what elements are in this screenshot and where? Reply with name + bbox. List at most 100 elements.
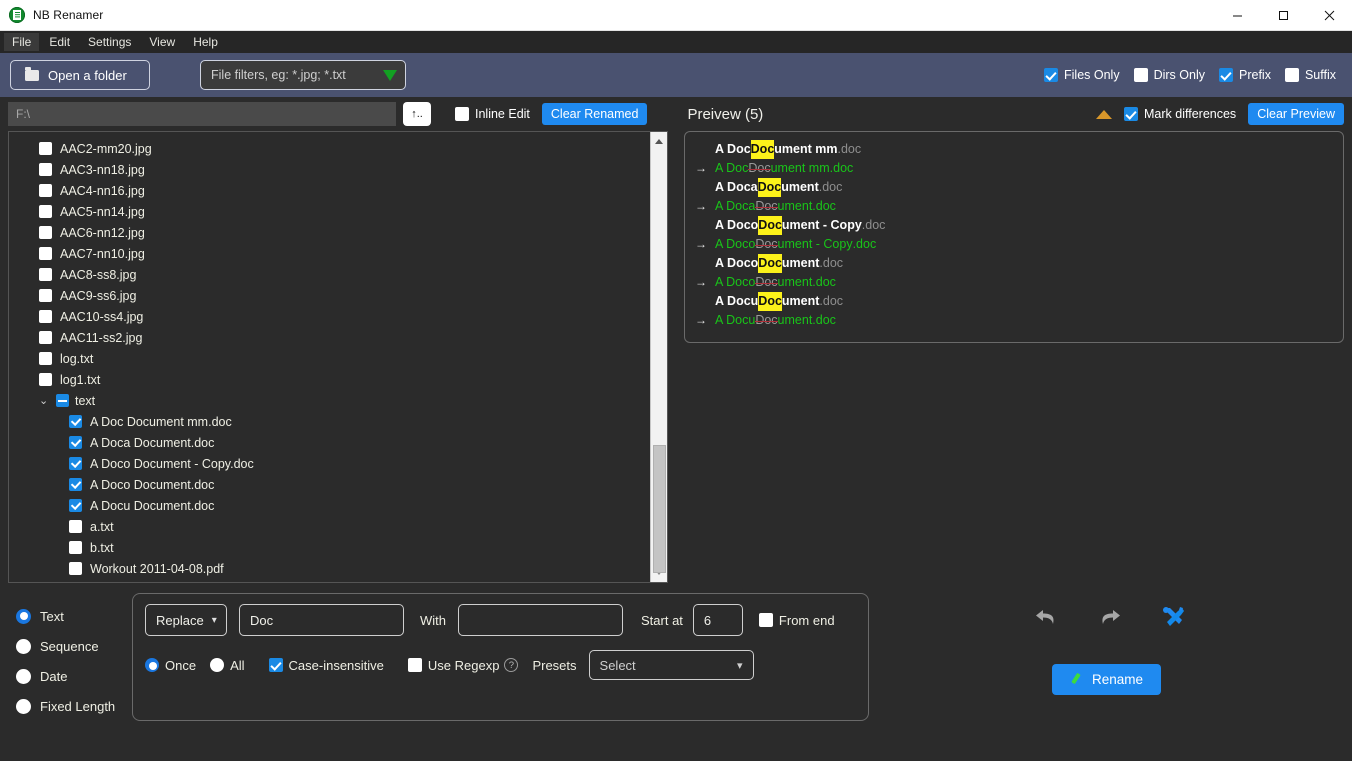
checkbox-box[interactable] bbox=[268, 658, 283, 672]
tree-file-row[interactable]: log.txt bbox=[9, 348, 650, 369]
presets-select[interactable]: Select ▾ bbox=[588, 650, 754, 680]
menu-item-file[interactable]: File bbox=[4, 33, 40, 51]
file-tree-list[interactable]: AAC2-mm20.jpg AAC3-nn18.jpg AAC4-nn16.jpg A… bbox=[9, 132, 650, 582]
file-filter-field[interactable] bbox=[200, 60, 406, 90]
tools-icon[interactable] bbox=[1161, 605, 1187, 634]
suffix-checkbox[interactable]: Suffix bbox=[1284, 68, 1336, 82]
tree-item-checkbox[interactable] bbox=[69, 520, 82, 533]
tree-item-checkbox[interactable] bbox=[39, 289, 52, 302]
radio-dot[interactable] bbox=[16, 698, 31, 714]
preview-source-row[interactable]: A Doco Doc ument .doc bbox=[695, 254, 1333, 273]
case-insensitive-checkbox[interactable]: Case-insensitive bbox=[268, 658, 384, 673]
open-folder-button[interactable]: Open a folder bbox=[10, 60, 150, 90]
checkbox-box[interactable] bbox=[758, 613, 773, 627]
tree-file-row[interactable]: AAC10-ss4.jpg bbox=[9, 306, 650, 327]
tree-item-checkbox[interactable] bbox=[39, 352, 52, 365]
chevron-down-icon[interactable]: ⌄ bbox=[39, 394, 50, 407]
preview-result-row[interactable]: → A Doco Doc ument .doc bbox=[695, 273, 1333, 292]
radio-dot[interactable] bbox=[16, 668, 31, 684]
maximize-icon[interactable] bbox=[1260, 0, 1306, 31]
use-regexp-checkbox[interactable]: Use Regexp bbox=[407, 658, 499, 673]
redo-arrow-icon[interactable] bbox=[1097, 606, 1123, 633]
preview-result-row[interactable]: → A Docu Doc ument .doc bbox=[695, 311, 1333, 330]
tree-file-row[interactable]: AAC8-ss8.jpg bbox=[9, 264, 650, 285]
start-at-input[interactable] bbox=[692, 604, 743, 636]
tree-item-checkbox[interactable] bbox=[39, 268, 52, 281]
mode-date-radio[interactable]: Date bbox=[16, 661, 132, 691]
scroll-up-icon[interactable] bbox=[652, 134, 667, 149]
file-tree-scrollbar[interactable] bbox=[650, 132, 667, 582]
menu-item-edit[interactable]: Edit bbox=[41, 33, 78, 51]
checkbox-box[interactable] bbox=[1133, 68, 1148, 82]
preview-source-row[interactable]: A Doca Doc ument .doc bbox=[695, 178, 1333, 197]
preview-source-row[interactable]: A Doco Doc ument - Copy .doc bbox=[695, 216, 1333, 235]
tree-file-row[interactable]: Workout 2011-04-08.pdf bbox=[9, 558, 650, 579]
tree-item-checkbox[interactable] bbox=[39, 247, 52, 260]
funnel-icon[interactable] bbox=[383, 69, 397, 81]
tree-item-checkbox[interactable] bbox=[39, 142, 52, 155]
tree-folder-row[interactable]: ⌄ text bbox=[9, 390, 650, 411]
tree-item-checkbox[interactable] bbox=[69, 457, 82, 470]
file-filter-input[interactable] bbox=[211, 68, 383, 82]
tree-item-checkbox[interactable] bbox=[56, 394, 69, 407]
mode-text-radio[interactable]: Text bbox=[16, 601, 132, 631]
mode-fixed-length-radio[interactable]: Fixed Length bbox=[16, 691, 132, 721]
go-up-button[interactable]: ↑.. bbox=[403, 102, 431, 126]
tree-file-row[interactable]: b.txt bbox=[9, 537, 650, 558]
find-input[interactable] bbox=[239, 604, 404, 636]
checkbox-box[interactable] bbox=[455, 107, 469, 121]
preview-source-row[interactable]: A Docu Doc ument .doc bbox=[695, 292, 1333, 311]
tree-file-row[interactable]: AAC11-ss2.jpg bbox=[9, 327, 650, 348]
menu-item-help[interactable]: Help bbox=[185, 33, 226, 51]
tree-item-checkbox[interactable] bbox=[39, 205, 52, 218]
tree-file-row[interactable]: AAC5-nn14.jpg bbox=[9, 201, 650, 222]
tree-file-row[interactable]: AAC7-nn10.jpg bbox=[9, 243, 650, 264]
tree-file-row[interactable]: log1.txt bbox=[9, 369, 650, 390]
tree-item-checkbox[interactable] bbox=[39, 373, 52, 386]
checkbox-box[interactable] bbox=[407, 658, 422, 672]
preview-list[interactable]: A Doc Doc ument mm .doc → A Doc Doc ument mm.… bbox=[684, 131, 1344, 343]
tree-item-checkbox[interactable] bbox=[69, 415, 82, 428]
radio-dot[interactable] bbox=[16, 608, 31, 624]
radio-dot[interactable] bbox=[145, 658, 159, 672]
tree-item-checkbox[interactable] bbox=[39, 226, 52, 239]
preview-result-row[interactable]: → A Doco Doc ument - Copy .doc bbox=[695, 235, 1333, 254]
undo-arrow-icon[interactable] bbox=[1033, 606, 1059, 633]
tree-item-checkbox[interactable] bbox=[69, 499, 82, 512]
radio-dot[interactable] bbox=[210, 658, 225, 672]
from-end-checkbox[interactable]: From end bbox=[758, 613, 835, 628]
question-mark-icon[interactable]: ? bbox=[504, 658, 519, 672]
menu-item-settings[interactable]: Settings bbox=[80, 33, 139, 51]
prefix-checkbox[interactable]: Prefix bbox=[1219, 68, 1271, 82]
scrollbar-track[interactable] bbox=[651, 149, 668, 573]
scrollbar-thumb[interactable] bbox=[652, 445, 666, 573]
clear-renamed-button[interactable]: Clear Renamed bbox=[541, 102, 648, 126]
mode-sequence-radio[interactable]: Sequence bbox=[16, 631, 132, 661]
tree-file-row[interactable]: AAC9-ss6.jpg bbox=[9, 285, 650, 306]
menu-item-view[interactable]: View bbox=[141, 33, 183, 51]
tree-file-row[interactable]: AAC4-nn16.jpg bbox=[9, 180, 650, 201]
checkbox-box[interactable] bbox=[1124, 107, 1139, 121]
tree-item-checkbox[interactable] bbox=[39, 310, 52, 323]
rename-button[interactable]: Rename bbox=[1051, 664, 1162, 695]
with-input[interactable] bbox=[458, 604, 623, 636]
preview-source-row[interactable]: A Doc Doc ument mm .doc bbox=[695, 140, 1333, 159]
tree-file-row[interactable]: A Doco Document - Copy.doc bbox=[9, 453, 650, 474]
tree-item-checkbox[interactable] bbox=[69, 541, 82, 554]
path-input[interactable] bbox=[8, 102, 396, 126]
inline-edit-checkbox[interactable]: Inline Edit bbox=[455, 107, 530, 121]
preview-result-row[interactable]: → A Doca Doc ument .doc bbox=[695, 197, 1333, 216]
tree-file-row[interactable]: AAC3-nn18.jpg bbox=[9, 159, 650, 180]
minimize-icon[interactable] bbox=[1214, 0, 1260, 31]
checkbox-box[interactable] bbox=[1219, 68, 1233, 82]
tree-file-row[interactable]: A Docu Document.doc bbox=[9, 495, 650, 516]
close-icon[interactable] bbox=[1306, 0, 1352, 31]
tree-item-checkbox[interactable] bbox=[69, 562, 82, 575]
radio-dot[interactable] bbox=[16, 638, 31, 654]
tree-file-row[interactable]: A Doc Document mm.doc bbox=[9, 411, 650, 432]
once-radio[interactable]: Once bbox=[145, 658, 196, 673]
tree-file-row[interactable]: AAC6-nn12.jpg bbox=[9, 222, 650, 243]
tree-file-row[interactable]: A Doco Document.doc bbox=[9, 474, 650, 495]
all-radio[interactable]: All bbox=[210, 658, 245, 673]
clear-preview-button[interactable]: Clear Preview bbox=[1248, 102, 1344, 126]
